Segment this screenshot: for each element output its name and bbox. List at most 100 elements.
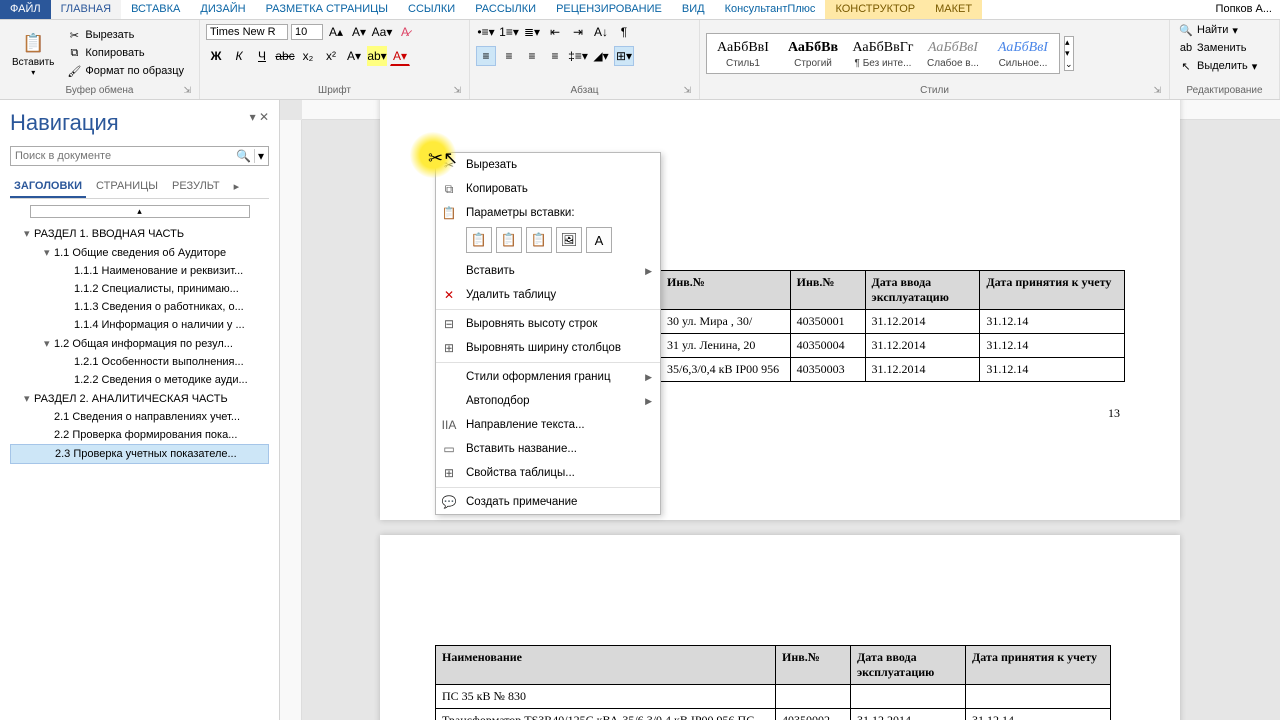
align-center-button[interactable]: ≡ [499,46,519,66]
font-size-select[interactable]: 10 [291,24,323,40]
tab-view[interactable]: ВИД [672,0,715,19]
nav-tree-node[interactable]: 1.2.2 Сведения о методике ауди... [10,371,269,389]
cut-button[interactable]: ✂Вырезать [64,27,187,43]
nav-tree-node[interactable]: ▾1.1 Общие сведения об Аудиторе [10,243,269,262]
font-color-button[interactable]: A▾ [390,46,410,66]
decrease-indent-button[interactable]: ⇤ [545,22,565,42]
document-area[interactable]: 112345678910111213141516171819 Инв.№Инв.… [280,100,1280,720]
numbering-button[interactable]: 1≡▾ [499,22,519,42]
styles-gallery[interactable]: АаБбВвІСтиль1 АаБбВвСтрогий АаБбВвГг¶ Бе… [706,33,1060,74]
styles-more-icon[interactable]: ⌄ [1065,59,1073,70]
styles-up-icon[interactable]: ▴ [1065,37,1073,48]
format-painter-button[interactable]: 🖌Формат по образцу [64,63,187,79]
tab-mailings[interactable]: РАССЫЛКИ [465,0,546,19]
nav-tab-more-icon[interactable]: ▸ [230,176,244,198]
bold-button[interactable]: Ж [206,46,226,66]
nav-pager[interactable]: ▴ [30,205,250,218]
font-name-select[interactable]: Times New R [206,24,288,40]
paste-option-picture[interactable]: 🖼 [556,227,582,253]
ctx-cut[interactable]: ✂Вырезать [436,153,660,177]
ctx-delete-table[interactable]: ✕Удалить таблицу [436,283,660,307]
clear-formatting-button[interactable]: A̷ [395,22,415,42]
tab-page-layout[interactable]: РАЗМЕТКА СТРАНИЦЫ [256,0,398,19]
grow-font-button[interactable]: A▴ [326,22,346,42]
paste-option-merge[interactable]: 📋 [496,227,522,253]
nav-tab-headings[interactable]: ЗАГОЛОВКИ [10,176,86,198]
highlight-button[interactable]: ab▾ [367,46,387,66]
data-table[interactable]: НаименованиеИнв.№Дата ввода эксплуатацию… [435,645,1111,720]
nav-tree-node[interactable]: 1.1.3 Сведения о работниках, о... [10,298,269,316]
shading-button[interactable]: ◢▾ [591,46,611,66]
paragraph-dialog-icon[interactable]: ⇲ [683,85,691,96]
show-marks-button[interactable]: ¶ [614,22,634,42]
nav-tree-node[interactable]: 1.1.1 Наименование и реквизит... [10,262,269,280]
tab-insert[interactable]: ВСТАВКА [121,0,190,19]
strike-button[interactable]: abc [275,46,295,66]
nav-close-icon[interactable]: ✕ [259,110,269,124]
nav-tree-node[interactable]: 2.2 Проверка формирования пока... [10,426,269,444]
nav-search-dropdown-icon[interactable]: ▾ [258,149,264,163]
tab-file[interactable]: ФАЙЛ [0,0,51,19]
align-right-button[interactable]: ≡ [522,46,542,66]
tab-references[interactable]: ССЫЛКИ [398,0,465,19]
align-left-button[interactable]: ≡ [476,46,496,66]
ctx-insert[interactable]: Вставить▶ [436,259,660,283]
tab-maket[interactable]: МАКЕТ [925,0,982,19]
change-case-button[interactable]: Aa▾ [372,22,392,42]
tab-review[interactable]: РЕЦЕНЗИРОВАНИЕ [546,0,672,19]
style-item[interactable]: АаБбВвГг¶ Без инте... [849,36,917,71]
ctx-copy[interactable]: ⧉Копировать [436,177,660,201]
ctx-col-width[interactable]: ⊞Выровнять ширину столбцов [436,336,660,360]
borders-button[interactable]: ⊞▾ [614,46,634,66]
clipboard-dialog-icon[interactable]: ⇲ [183,85,191,96]
line-spacing-button[interactable]: ‡≡▾ [568,46,588,66]
user-label[interactable]: Попков А... [1208,0,1280,19]
find-button[interactable]: 🔍Найти ▾ [1176,22,1273,38]
sort-button[interactable]: A↓ [591,22,611,42]
nav-tree-node[interactable]: 1.2.1 Особенности выполнения... [10,353,269,371]
nav-tree-node[interactable]: ▾1.2 Общая информация по резул... [10,334,269,353]
ctx-text-direction[interactable]: IIAНаправление текста... [436,413,660,437]
nav-tree-node[interactable]: 2.3 Проверка учетных показателе... [10,444,269,464]
tab-consultant[interactable]: КонсультантПлюс [715,0,826,19]
ctx-table-properties[interactable]: ⊞Свойства таблицы... [436,461,660,485]
paste-option-nest[interactable]: 📋 [526,227,552,253]
search-icon[interactable]: 🔍 [236,149,251,163]
nav-dropdown-icon[interactable]: ▾ [250,110,256,124]
copy-button[interactable]: ⧉Копировать [64,45,187,61]
nav-tab-results[interactable]: РЕЗУЛЬТ [168,176,224,198]
styles-dialog-icon[interactable]: ⇲ [1153,85,1161,96]
nav-tree-node[interactable]: ▾РАЗДЕЛ 1. ВВОДНАЯ ЧАСТЬ [10,224,269,243]
styles-down-icon[interactable]: ▾ [1065,48,1073,59]
underline-button[interactable]: Ч [252,46,272,66]
nav-search-input[interactable] [15,149,236,163]
style-item[interactable]: АаБбВвСтрогий [779,36,847,71]
italic-button[interactable]: К [229,46,249,66]
replace-button[interactable]: abЗаменить [1176,40,1273,56]
paste-option-keep-source[interactable]: 📋 [466,227,492,253]
ctx-autofit[interactable]: Автоподбор▶ [436,389,660,413]
ctx-border-styles[interactable]: Стили оформления границ▶ [436,365,660,389]
style-item[interactable]: АаБбВвІСлабое в... [919,36,987,71]
ctx-new-comment[interactable]: 💬Создать примечание [436,490,660,514]
nav-tree-node[interactable]: 1.1.4 Информация о наличии у ... [10,316,269,334]
vertical-ruler[interactable] [280,120,302,720]
text-effects-button[interactable]: A▾ [344,46,364,66]
nav-search[interactable]: 🔍▾ [10,146,269,166]
font-dialog-icon[interactable]: ⇲ [453,85,461,96]
ctx-insert-caption[interactable]: ▭Вставить название... [436,437,660,461]
nav-tree-node[interactable]: 1.1.2 Специалисты, принимаю... [10,280,269,298]
subscript-button[interactable]: x₂ [298,46,318,66]
style-item[interactable]: АаБбВвІСтиль1 [709,36,777,71]
data-table[interactable]: Инв.№Инв.№Дата ввода эксплуатациюДата пр… [660,270,1125,382]
paste-option-text[interactable]: A [586,227,612,253]
tab-home[interactable]: ГЛАВНАЯ [51,0,121,19]
style-item[interactable]: АаБбВвІСильное... [989,36,1057,71]
superscript-button[interactable]: x² [321,46,341,66]
tab-constructor[interactable]: КОНСТРУКТОР [825,0,925,19]
bullets-button[interactable]: •≡▾ [476,22,496,42]
justify-button[interactable]: ≡ [545,46,565,66]
tab-design[interactable]: ДИЗАЙН [190,0,255,19]
nav-tree-node[interactable]: ▾РАЗДЕЛ 2. АНАЛИТИЧЕСКАЯ ЧАСТЬ [10,389,269,408]
increase-indent-button[interactable]: ⇥ [568,22,588,42]
